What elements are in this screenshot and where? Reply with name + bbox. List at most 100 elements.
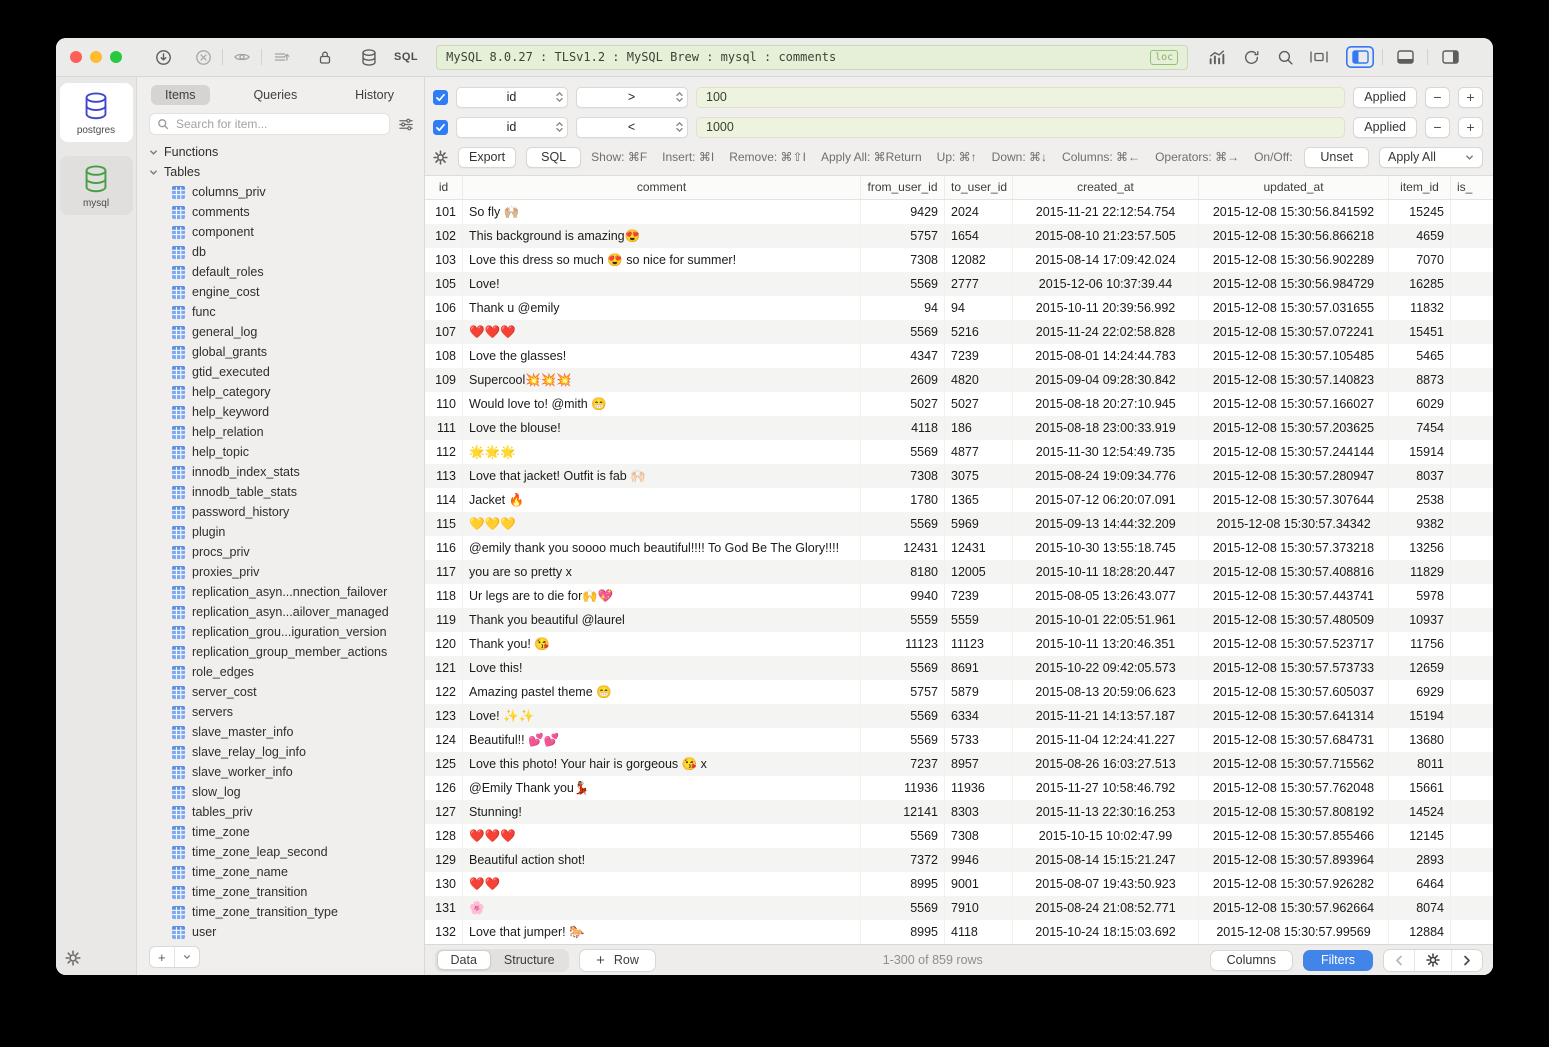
cell-created-at[interactable]: 2015-11-04 12:24:41.227 (1013, 728, 1199, 752)
cell-comment[interactable]: Love! ✨✨ (463, 704, 861, 728)
cell-is[interactable] (1451, 656, 1493, 680)
cell-updated-at[interactable]: 2015-12-08 15:30:57.203625 (1199, 416, 1389, 440)
cell-from-user-id[interactable]: 5569 (861, 728, 945, 752)
cell-item-id[interactable]: 15245 (1389, 200, 1451, 224)
cell-updated-at[interactable]: 2015-12-08 15:30:56.866218 (1199, 224, 1389, 248)
cell-item-id[interactable]: 16285 (1389, 272, 1451, 296)
cell-id[interactable]: 124 (425, 728, 463, 752)
sidebar-table-item[interactable]: time_zone_name (149, 862, 414, 882)
cell-item-id[interactable]: 12884 (1389, 920, 1451, 944)
cell-comment[interactable]: Supercool💥💥💥 (463, 368, 861, 392)
cell-updated-at[interactable]: 2015-12-08 15:30:56.984729 (1199, 272, 1389, 296)
page-settings-gear-icon[interactable] (1414, 950, 1451, 971)
sidebar-table-item[interactable]: server_cost (149, 682, 414, 702)
cell-updated-at[interactable]: 2015-12-08 15:30:57.926282 (1199, 872, 1389, 896)
cell-comment[interactable]: 💛💛💛 (463, 512, 861, 536)
sidebar-table-item[interactable]: slave_master_info (149, 722, 414, 742)
cell-from-user-id[interactable]: 7308 (861, 248, 945, 272)
cell-comment[interactable]: Love that jacket! Outfit is fab 🙌🏻 (463, 464, 861, 488)
cell-from-user-id[interactable]: 5559 (861, 608, 945, 632)
cell-id[interactable]: 111 (425, 416, 463, 440)
cell-id[interactable]: 123 (425, 704, 463, 728)
cell-to-user-id[interactable]: 12005 (945, 560, 1013, 584)
cell-to-user-id[interactable]: 5027 (945, 392, 1013, 416)
cell-updated-at[interactable]: 2015-12-08 15:30:57.715562 (1199, 752, 1389, 776)
cell-id[interactable]: 103 (425, 248, 463, 272)
cell-item-id[interactable]: 11829 (1389, 560, 1451, 584)
sidebar-table-item[interactable]: time_zone_transition_type (149, 902, 414, 922)
cell-from-user-id[interactable]: 5569 (861, 656, 945, 680)
export-button[interactable]: Export (458, 147, 516, 168)
cell-to-user-id[interactable]: 7239 (945, 584, 1013, 608)
cell-updated-at[interactable]: 2015-12-08 15:30:56.841592 (1199, 200, 1389, 224)
cell-id[interactable]: 131 (425, 896, 463, 920)
cell-id[interactable]: 116 (425, 536, 463, 560)
cell-from-user-id[interactable]: 5757 (861, 224, 945, 248)
refresh-icon[interactable] (1234, 45, 1268, 69)
cell-item-id[interactable]: 6029 (1389, 392, 1451, 416)
toggle-left-panel-icon[interactable] (1346, 46, 1374, 68)
cell-item-id[interactable]: 8037 (1389, 464, 1451, 488)
zoom-window-button[interactable] (110, 51, 122, 63)
column-header-to-user-id[interactable]: to_user_id (945, 176, 1013, 199)
cell-created-at[interactable]: 2015-11-21 14:13:57.187 (1013, 704, 1199, 728)
cell-created-at[interactable]: 2015-08-26 16:03:27.513 (1013, 752, 1199, 776)
cell-from-user-id[interactable]: 5569 (861, 272, 945, 296)
sidebar-table-item[interactable]: innodb_index_stats (149, 462, 414, 482)
cell-item-id[interactable]: 7454 (1389, 416, 1451, 440)
cell-id[interactable]: 101 (425, 200, 463, 224)
cell-id[interactable]: 132 (425, 920, 463, 944)
cell-to-user-id[interactable]: 4820 (945, 368, 1013, 392)
cell-item-id[interactable]: 6929 (1389, 680, 1451, 704)
cell-id[interactable]: 115 (425, 512, 463, 536)
cell-to-user-id[interactable]: 6334 (945, 704, 1013, 728)
cell-id[interactable]: 119 (425, 608, 463, 632)
cell-comment[interactable]: Love this! (463, 656, 861, 680)
cell-to-user-id[interactable]: 5216 (945, 320, 1013, 344)
sidebar-table-item[interactable]: user (149, 922, 414, 942)
add-filter-button[interactable]: + (1458, 117, 1483, 138)
cell-updated-at[interactable]: 2015-12-08 15:30:56.902289 (1199, 248, 1389, 272)
cell-updated-at[interactable]: 2015-12-08 15:30:57.280947 (1199, 464, 1389, 488)
cell-id[interactable]: 102 (425, 224, 463, 248)
cell-comment[interactable]: ❤️❤️❤️ (463, 320, 861, 344)
cell-updated-at[interactable]: 2015-12-08 15:30:57.34342 (1199, 512, 1389, 536)
cell-comment[interactable]: ❤️❤️❤️ (463, 824, 861, 848)
cell-created-at[interactable]: 2015-08-05 13:26:43.077 (1013, 584, 1199, 608)
cell-updated-at[interactable]: 2015-12-08 15:30:57.105485 (1199, 344, 1389, 368)
filter-checkbox[interactable] (433, 120, 448, 135)
cell-to-user-id[interactable]: 1365 (945, 488, 1013, 512)
cell-comment[interactable]: So fly 🙌🏼 (463, 200, 861, 224)
group-functions[interactable]: Functions (149, 142, 414, 162)
settings-gear-icon[interactable] (65, 950, 81, 966)
column-header-item-id[interactable]: item_id (1389, 176, 1451, 199)
cell-item-id[interactable]: 5978 (1389, 584, 1451, 608)
cell-is[interactable] (1451, 848, 1493, 872)
cell-updated-at[interactable]: 2015-12-08 15:30:57.641314 (1199, 704, 1389, 728)
next-page-icon[interactable] (1451, 950, 1482, 971)
sidebar-table-item[interactable]: columns_priv (149, 182, 414, 202)
column-header-is[interactable]: is_ (1451, 176, 1493, 199)
cell-from-user-id[interactable]: 9429 (861, 200, 945, 224)
cell-to-user-id[interactable]: 5969 (945, 512, 1013, 536)
sidebar-table-item[interactable]: proxies_priv (149, 562, 414, 582)
add-filter-button[interactable]: + (1458, 87, 1483, 108)
cell-created-at[interactable]: 2015-08-18 23:00:33.919 (1013, 416, 1199, 440)
cell-item-id[interactable]: 13256 (1389, 536, 1451, 560)
sidebar-table-item[interactable]: gtid_executed (149, 362, 414, 382)
cell-is[interactable] (1451, 272, 1493, 296)
eye-icon[interactable] (227, 45, 257, 69)
cell-id[interactable]: 108 (425, 344, 463, 368)
filter-column-select[interactable]: id (456, 117, 568, 138)
cell-is[interactable] (1451, 296, 1493, 320)
cell-id[interactable]: 120 (425, 632, 463, 656)
cell-from-user-id[interactable]: 5569 (861, 440, 945, 464)
cell-item-id[interactable]: 10937 (1389, 608, 1451, 632)
cell-created-at[interactable]: 2015-09-13 14:44:32.209 (1013, 512, 1199, 536)
cell-to-user-id[interactable]: 4118 (945, 920, 1013, 944)
sql-toolbar-label[interactable]: SQL (394, 51, 418, 63)
cell-item-id[interactable]: 8074 (1389, 896, 1451, 920)
cell-to-user-id[interactable]: 9001 (945, 872, 1013, 896)
cell-id[interactable]: 109 (425, 368, 463, 392)
unset-button[interactable]: Unset (1304, 147, 1369, 168)
